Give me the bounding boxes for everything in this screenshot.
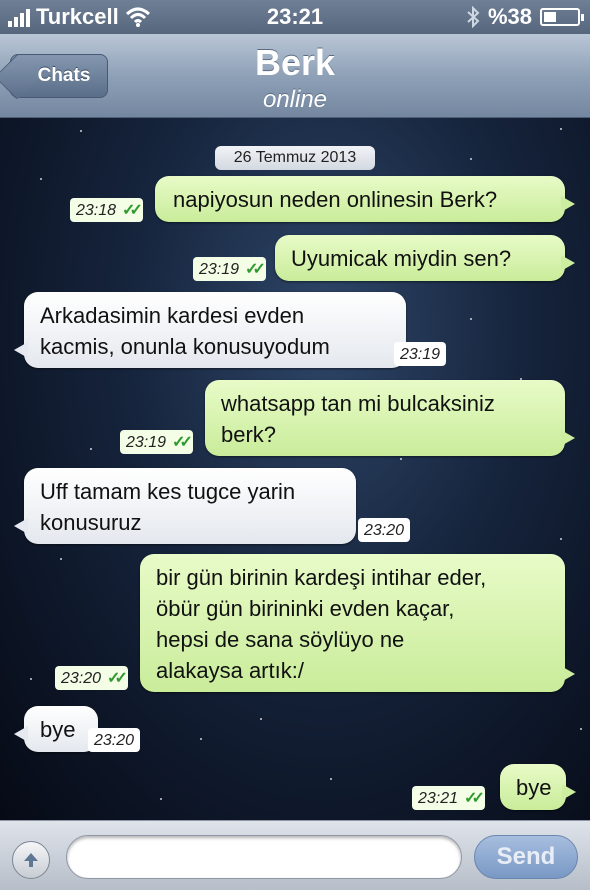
double-check-icon: ✓✓ [464, 789, 485, 807]
message-text: alakaysa artık:/ [156, 658, 304, 683]
message-text: konusuruz [40, 510, 142, 535]
message-text: kacmis, onunla konusuyodum [40, 334, 330, 359]
contact-name[interactable]: Berk [0, 42, 590, 84]
message-input[interactable] [66, 835, 462, 879]
chat-area[interactable]: 26 Temmuz 2013 napiyosun neden onlinesin… [0, 118, 590, 820]
message-time: 23:20 [61, 669, 102, 687]
message-time: 23:19 [199, 260, 240, 278]
nav-bar: Chats Berk online [0, 34, 590, 118]
message-meta: 23:20 [358, 518, 411, 542]
message-outgoing[interactable]: Uyumicak miydin sen? 23:19 ✓✓ [193, 235, 575, 281]
status-right: %38 [466, 4, 584, 30]
double-check-icon: ✓✓ [245, 260, 266, 278]
message-time: 23:21 [418, 789, 459, 807]
battery-icon [540, 8, 584, 26]
status-bar: Turkcell 23:21 %38 [0, 0, 590, 34]
message-time: 23:19 [126, 433, 167, 451]
message-meta: 23:21 ✓✓ [412, 786, 485, 810]
date-separator: 26 Temmuz 2013 [215, 146, 375, 170]
bluetooth-icon [467, 6, 480, 28]
message-meta: 23:19 ✓✓ [120, 430, 193, 454]
message-meta: 23:18 ✓✓ [70, 198, 143, 222]
message-time: 23:18 [76, 201, 117, 219]
attach-button[interactable] [12, 841, 50, 879]
message-text: hepsi de sana söylüyo ne [156, 627, 405, 652]
up-arrow-icon [24, 853, 38, 867]
message-time: 23:20 [94, 731, 135, 749]
message-text: Uyumicak miydin sen? [291, 246, 512, 271]
message-text: Arkadasimin kardesi evden [40, 303, 305, 328]
message-meta: 23:20 ✓✓ [55, 666, 128, 690]
message-outgoing[interactable]: whatsapp tan mi bulcaksiniz berk? 23:19 … [120, 380, 575, 456]
battery-fill [544, 12, 556, 22]
message-text: bir gün birinin kardeşi intihar eder, [156, 565, 487, 590]
battery-percent: %38 [487, 4, 532, 29]
message-meta: 23:19 ✓✓ [193, 257, 266, 281]
double-check-icon: ✓✓ [122, 201, 143, 219]
message-text: öbür gün birininki evden kaçar, [156, 596, 455, 621]
message-incoming[interactable]: bye 23:20 [14, 706, 141, 752]
contact-status: online [262, 86, 328, 113]
message-meta: 23:20 [88, 728, 141, 752]
message-text: Uff tamam kes tugce yarin [40, 479, 296, 504]
message-text: whatsapp tan mi bulcaksiniz [221, 391, 495, 416]
message-text: bye [516, 775, 552, 800]
message-outgoing[interactable]: napiyosun neden onlinesin Berk? 23:18 ✓✓ [70, 176, 575, 222]
message-incoming[interactable]: Uff tamam kes tugce yarin konusuruz 23:2… [14, 468, 411, 544]
message-meta: 23:19 [394, 342, 447, 366]
send-button[interactable]: Send [474, 835, 578, 879]
message-time: 23:20 [364, 521, 405, 539]
message-text: napiyosun neden onlinesin Berk? [173, 187, 498, 212]
double-check-icon: ✓✓ [172, 433, 193, 451]
message-outgoing[interactable]: bir gün birinin kardeşi intihar eder, öb… [55, 554, 575, 692]
message-outgoing[interactable]: bye 23:21 ✓✓ [412, 764, 576, 810]
message-text: berk? [221, 422, 277, 447]
message-incoming[interactable]: Arkadasimin kardesi evden kacmis, onunla… [14, 292, 447, 368]
message-time: 23:19 [400, 345, 441, 363]
message-input-bar: Send [0, 820, 590, 890]
message-text: bye [40, 717, 76, 742]
double-check-icon: ✓✓ [107, 669, 128, 687]
